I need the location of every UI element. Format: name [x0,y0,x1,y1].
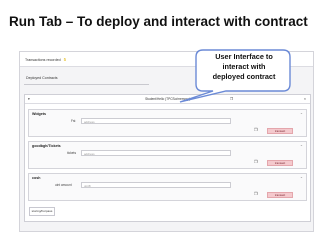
callout-line: User Interface to [215,52,273,61]
callout-shape [179,49,291,103]
callout-line: deployed contract [212,72,276,81]
callout-line: interact with [222,62,266,71]
callout-text: User Interface to interact with deployed… [205,52,283,82]
